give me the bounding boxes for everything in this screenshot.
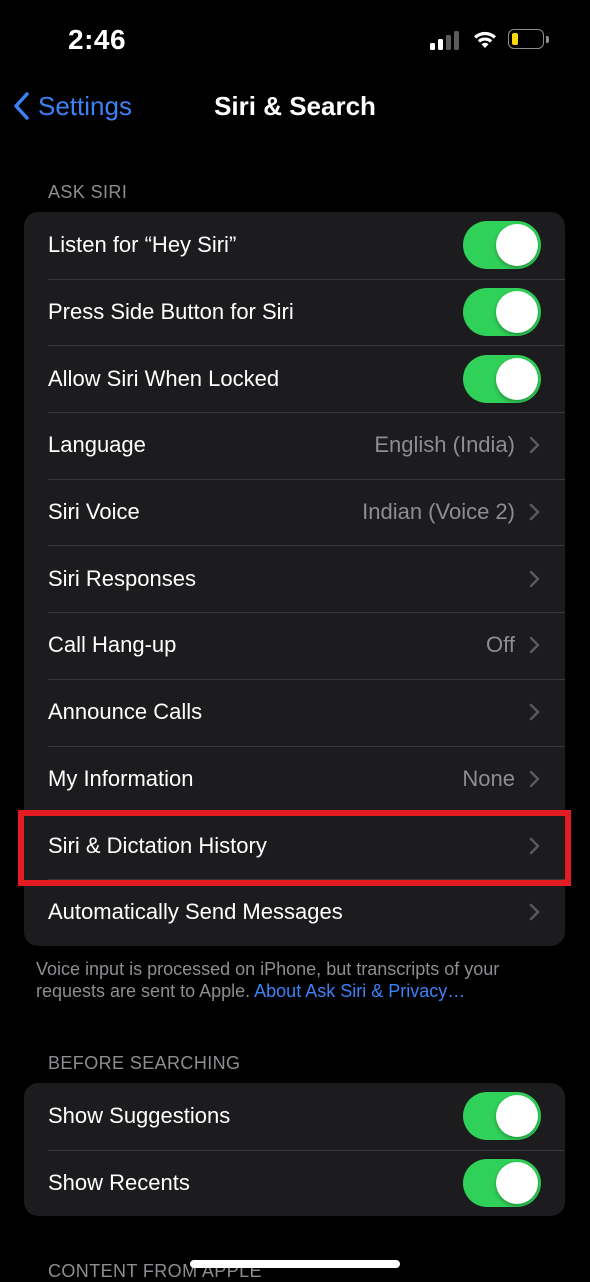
row-label: Language bbox=[48, 432, 146, 458]
chevron-right-icon bbox=[529, 570, 540, 588]
row-label: Siri Responses bbox=[48, 565, 196, 591]
toggle-switch[interactable] bbox=[463, 354, 541, 403]
row-label: Siri Voice bbox=[48, 499, 140, 525]
toggle-switch[interactable] bbox=[463, 1159, 541, 1208]
row-label: Show Recents bbox=[48, 1170, 190, 1196]
cellular-signal-icon bbox=[430, 30, 462, 50]
row-label: My Information bbox=[48, 765, 194, 791]
ask-siri-footnote: Voice input is processed on iPhone, but … bbox=[36, 958, 566, 1002]
settings-row-announce-calls[interactable]: Announce Calls bbox=[24, 678, 565, 746]
row-label: Automatically Send Messages bbox=[48, 899, 343, 925]
settings-row-call-hang-up[interactable]: Call Hang-up Off bbox=[24, 612, 565, 679]
about-ask-siri-privacy-link[interactable]: About Ask Siri & Privacy… bbox=[254, 981, 465, 1001]
battery-icon bbox=[508, 29, 550, 51]
chevron-right-icon bbox=[529, 770, 540, 788]
row-value: Off bbox=[486, 632, 515, 658]
toggle-knob bbox=[496, 1095, 538, 1138]
settings-row-show-suggestions[interactable]: Show Suggestions bbox=[24, 1083, 565, 1150]
home-indicator bbox=[190, 1260, 400, 1268]
toggle-switch[interactable] bbox=[463, 1092, 541, 1141]
row-label: Show Suggestions bbox=[48, 1103, 231, 1129]
row-label: Announce Calls bbox=[48, 699, 203, 725]
status-bar: 2:46 bbox=[0, 0, 590, 80]
highlight-box bbox=[18, 810, 571, 886]
settings-row-automatically-send-messages[interactable]: Automatically Send Messages bbox=[24, 878, 565, 946]
status-time: 2:46 bbox=[68, 24, 127, 55]
chevron-right-icon bbox=[529, 503, 540, 521]
toggle-switch[interactable] bbox=[463, 288, 541, 337]
row-label: Press Side Button for Siri bbox=[48, 299, 294, 325]
navigation-bar: Settings Siri & Search bbox=[0, 80, 590, 132]
row-label: Call Hang-up bbox=[48, 632, 177, 658]
page-title: Siri & Search bbox=[214, 91, 376, 121]
settings-row-listen-for-hey-siri[interactable]: Listen for “Hey Siri” bbox=[24, 212, 565, 279]
settings-row-press-side-button-for-siri[interactable]: Press Side Button for Siri bbox=[24, 278, 565, 346]
section-header-before-searching: BEFORE SEARCHING bbox=[48, 1053, 241, 1073]
settings-row-siri-voice[interactable]: Siri Voice Indian (Voice 2) bbox=[24, 478, 565, 546]
before-searching-group: Show Suggestions Show Recents bbox=[24, 1083, 565, 1217]
toggle-knob bbox=[496, 1162, 538, 1205]
row-value: None bbox=[462, 765, 515, 791]
section-header-ask-siri: ASK SIRI bbox=[48, 182, 128, 202]
toggle-knob bbox=[496, 291, 538, 334]
settings-row-siri-responses[interactable]: Siri Responses bbox=[24, 545, 565, 612]
chevron-right-icon bbox=[529, 903, 540, 921]
settings-row-allow-siri-when-locked[interactable]: Allow Siri When Locked bbox=[24, 345, 565, 412]
toggle-knob bbox=[496, 357, 538, 400]
settings-row-show-recents[interactable]: Show Recents bbox=[24, 1149, 565, 1217]
row-label: Listen for “Hey Siri” bbox=[48, 232, 237, 258]
settings-row-language[interactable]: Language English (India) bbox=[24, 412, 565, 479]
settings-row-my-information[interactable]: My Information None bbox=[24, 745, 565, 813]
toggle-knob bbox=[496, 224, 538, 267]
chevron-right-icon bbox=[529, 703, 540, 721]
wifi-icon bbox=[474, 31, 496, 48]
row-value: Indian (Voice 2) bbox=[362, 499, 515, 525]
chevron-right-icon bbox=[529, 437, 540, 454]
row-label: Allow Siri When Locked bbox=[48, 365, 280, 391]
row-value: English (India) bbox=[374, 432, 515, 458]
chevron-right-icon bbox=[529, 637, 540, 654]
toggle-switch[interactable] bbox=[463, 221, 541, 270]
